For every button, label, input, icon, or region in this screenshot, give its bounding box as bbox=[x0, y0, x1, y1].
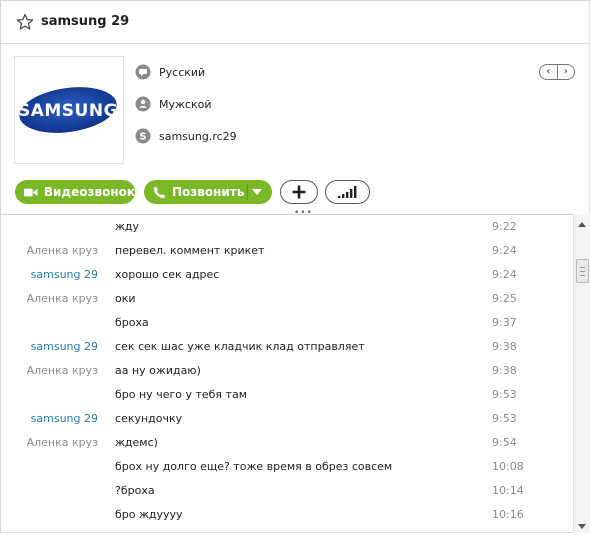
add-button[interactable] bbox=[280, 180, 318, 204]
message-text: перевел. коммент крикет bbox=[115, 244, 265, 257]
message-sender: samsung 29 bbox=[30, 340, 98, 353]
video-call-label: Видеозвонок bbox=[43, 185, 135, 199]
contact-name-title: samsung 29 bbox=[41, 14, 130, 29]
contact-avatar: SAMSUNG bbox=[14, 56, 124, 164]
conversation-header: samsung 29 bbox=[1, 1, 589, 44]
chat-history: жду 9:22 Аленка круз перевел. коммент крике… bbox=[1, 214, 573, 535]
video-call-button[interactable]: Видеозвонок bbox=[15, 180, 135, 204]
language-value: Русский bbox=[159, 65, 206, 79]
samsung-logo: SAMSUNG bbox=[18, 87, 118, 133]
chat-scrollbar[interactable] bbox=[573, 214, 590, 533]
message-time: 9:22 bbox=[492, 220, 517, 233]
chat-message-row[interactable]: Аленка круз ждемс) 9:54 bbox=[1, 431, 573, 455]
next-arrow-icon[interactable]: › bbox=[558, 65, 575, 79]
person-icon bbox=[135, 96, 151, 112]
message-sender: samsung 29 bbox=[30, 268, 98, 281]
message-text: ?броха bbox=[115, 484, 155, 497]
message-time: 9:54 bbox=[492, 436, 517, 449]
chat-message-row[interactable]: Аленка круз оки 9:25 bbox=[1, 287, 573, 311]
message-sender: Аленка круз bbox=[26, 292, 98, 305]
profile-pager: ‹ › bbox=[539, 64, 575, 80]
message-text: бро ждуууу bbox=[115, 508, 183, 521]
skype-name-row: S samsung.rc29 bbox=[135, 126, 237, 146]
message-time: 10:08 bbox=[492, 460, 524, 473]
chat-message-row[interactable]: samsung 29 сек сек шас уже кладчик клад о… bbox=[1, 335, 573, 359]
message-text: ждемс) bbox=[115, 436, 158, 449]
scrollbar-thumb[interactable] bbox=[576, 259, 589, 283]
call-quality-button[interactable] bbox=[325, 180, 370, 204]
signal-bars-icon bbox=[337, 186, 356, 198]
message-time: 9:53 bbox=[492, 388, 517, 401]
favorite-star-icon[interactable] bbox=[16, 13, 34, 31]
message-time: 9:38 bbox=[492, 364, 517, 377]
call-button[interactable]: Позвонить bbox=[144, 180, 272, 204]
message-sender: samsung 29 bbox=[30, 412, 98, 425]
message-time: 9:38 bbox=[492, 340, 517, 353]
message-text: сек сек шас уже кладчик клад отправляет bbox=[115, 340, 365, 353]
conversation-window: samsung 29 SAMSUNG Русский Мужской S sam… bbox=[0, 0, 590, 533]
message-text: хорошо сек адрес bbox=[115, 268, 220, 281]
svg-text:SAMSUNG: SAMSUNG bbox=[18, 101, 118, 121]
message-time: 10:14 bbox=[492, 484, 524, 497]
phone-icon bbox=[153, 186, 166, 198]
chat-message-row[interactable]: брох ну долго еще? тоже время в обрез со… bbox=[1, 455, 573, 479]
gender-row: Мужской bbox=[135, 94, 211, 114]
video-camera-icon bbox=[24, 188, 38, 196]
message-text: оки bbox=[115, 292, 136, 305]
message-time: 9:53 bbox=[492, 412, 517, 425]
skype-icon: S bbox=[135, 128, 151, 144]
gender-value: Мужской bbox=[159, 97, 212, 111]
message-sender: Аленка круз bbox=[26, 364, 98, 377]
language-bubble-icon bbox=[135, 64, 151, 80]
message-text: аа ну ожидаю) bbox=[115, 364, 201, 377]
message-time: 9:24 bbox=[492, 244, 517, 257]
message-text: броха bbox=[115, 316, 149, 329]
message-time: 9:25 bbox=[492, 292, 517, 305]
message-text: бро ну чего у тебя там bbox=[115, 388, 247, 401]
skype-name-value: samsung.rc29 bbox=[159, 129, 237, 143]
message-time: 10:16 bbox=[492, 508, 524, 521]
scroll-up-arrow-icon[interactable] bbox=[578, 222, 586, 227]
plus-icon bbox=[292, 185, 306, 199]
message-sender: Аленка круз bbox=[26, 436, 98, 449]
chat-message-row[interactable]: ?броха 10:14 bbox=[1, 479, 573, 503]
message-text: жду bbox=[115, 220, 140, 233]
chat-message-row[interactable]: броха 9:37 bbox=[1, 311, 573, 335]
message-time: 9:24 bbox=[492, 268, 517, 281]
message-text: секундочку bbox=[115, 412, 183, 425]
call-options-chevron-icon[interactable] bbox=[252, 189, 262, 195]
call-label: Позвонить bbox=[172, 185, 245, 199]
previous-arrow-icon[interactable]: ‹ bbox=[540, 65, 558, 79]
chat-message-row[interactable]: samsung 29 секундочку 9:53 bbox=[1, 407, 573, 431]
chat-message-row[interactable]: бро ну чего у тебя там 9:53 bbox=[1, 383, 573, 407]
message-text: брох ну долго еще? тоже время в обрез со… bbox=[115, 460, 393, 473]
scroll-down-arrow-icon[interactable] bbox=[578, 524, 586, 529]
chat-message-row[interactable]: samsung 29 хорошо сек адрес 9:24 bbox=[1, 263, 573, 287]
message-time: 9:37 bbox=[492, 316, 517, 329]
call-button-divider bbox=[247, 184, 248, 200]
language-row: Русский bbox=[135, 62, 205, 82]
message-sender: Аленка круз bbox=[26, 244, 98, 257]
chat-message-row[interactable]: Аленка круз перевел. коммент крикет 9:24 bbox=[1, 239, 573, 263]
svg-text:S: S bbox=[139, 132, 146, 143]
chat-message-row[interactable]: жду 9:22 bbox=[1, 215, 573, 239]
chat-message-row[interactable]: Аленка круз аа ну ожидаю) 9:38 bbox=[1, 359, 573, 383]
chat-message-row[interactable]: бро ждуууу 10:16 bbox=[1, 503, 573, 527]
